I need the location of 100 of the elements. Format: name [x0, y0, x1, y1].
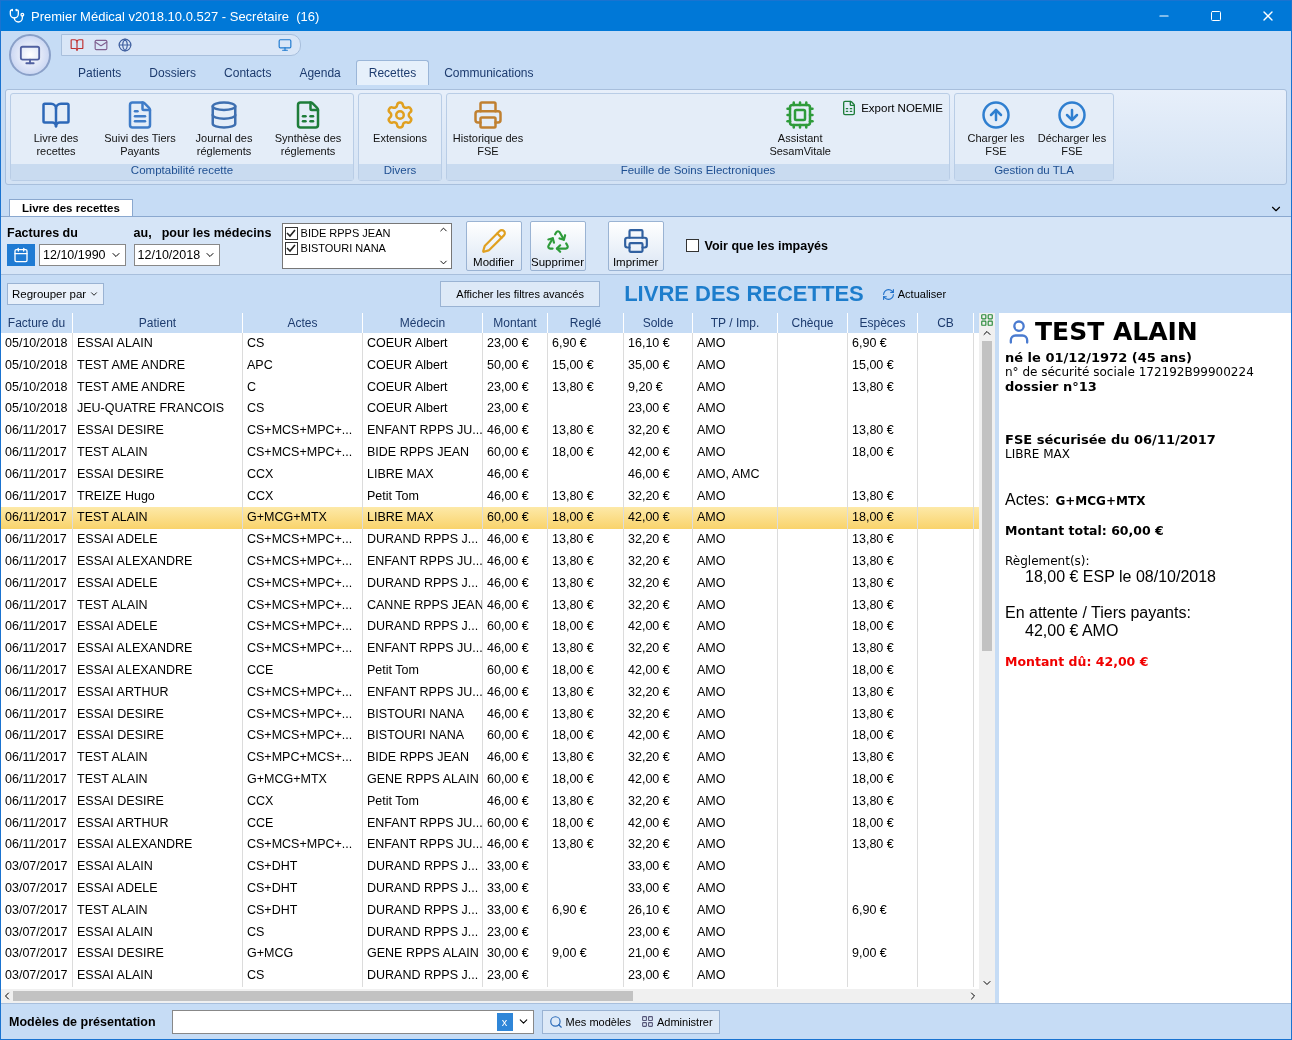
table-cell: 03/07/2017 — [1, 856, 73, 878]
table-cell: 46,00 € — [483, 463, 548, 486]
group-by-button[interactable]: Regrouper par — [7, 283, 105, 305]
date-field[interactable]: 12/10/1990 — [39, 243, 126, 266]
table-cell: 06/11/2017 — [1, 463, 73, 486]
calendar-button[interactable] — [7, 243, 35, 266]
menu-tab[interactable]: Agenda — [286, 60, 354, 85]
table-cell: 32,20 € — [624, 420, 693, 442]
doctor-name: BISTOURI NANA — [300, 242, 386, 254]
table-cell: TEST ALAIN — [73, 899, 243, 922]
my-models-button[interactable]: Mes modèles — [546, 1014, 633, 1029]
table-cell: 06/11/2017 — [1, 747, 73, 769]
ssn-text: n° de sécurité sociale 172192B99900224 — [1005, 365, 1255, 379]
ribbon-button[interactable]: Extensions — [363, 96, 437, 149]
table-cell: ESSAI ADELE — [73, 877, 243, 900]
table-cell: 32,20 € — [624, 550, 693, 573]
date-field[interactable]: 12/10/2018 — [133, 243, 221, 266]
advanced-filters-button[interactable]: Afficher les filtres avancés — [440, 281, 601, 307]
models-field[interactable]: x — [171, 1009, 534, 1034]
checkbox[interactable] — [284, 226, 298, 240]
table-cell: 03/07/2017 — [1, 965, 73, 987]
ribbon-button[interactable]: Décharger les FSE — [1035, 96, 1109, 162]
ribbon-button[interactable]: Journal des réglements — [183, 96, 265, 162]
action-button[interactable]: Modifier — [465, 220, 522, 271]
table-row[interactable]: 06/11/2017 TEST ALAIN G+MCG+MTX LIBRE MAX 60,00 € 18,00 € 42,00 € AMO 18,00 € — [1, 507, 979, 530]
table-cell: ESSAI ADELE — [73, 529, 243, 551]
table-cell: 13,80 € — [848, 747, 918, 769]
table-cell: 18,00 € — [548, 768, 624, 791]
table-cell: TEST AME ANDRE — [73, 354, 243, 377]
payment-text: 18,00 € ESP le 08/10/2018 — [1024, 568, 1217, 586]
table-cell: 13,80 € — [848, 572, 918, 595]
menu-tab[interactable]: Communications — [431, 60, 547, 85]
table-cell: 18,00 € — [548, 442, 624, 464]
table-cell: CS — [243, 965, 363, 987]
table-cell: 60,00 € — [483, 768, 548, 791]
patient-name: TEST ALAIN — [1035, 317, 1198, 346]
action-button[interactable]: Imprimer — [607, 220, 664, 271]
table-cell: ESSAI DESIRE — [73, 790, 243, 813]
ribbon-button[interactable]: Historique des FSE — [451, 96, 525, 162]
checkbox[interactable] — [284, 241, 298, 255]
window-title: Premier Médical v2018.10.0.527 - Secrétaire (16) — [31, 8, 321, 24]
menu-tab[interactable]: Dossiers — [136, 60, 210, 85]
table-cell: CS+MCS+MPC+... — [243, 638, 363, 660]
ribbon-button[interactable]: Suivi des Tiers Payants — [99, 96, 181, 162]
table-cell: 50,00 € — [483, 354, 548, 377]
table-cell: CCX — [243, 790, 363, 813]
table-cell: CS+MPC+MCS+... — [243, 747, 363, 769]
table-cell: 46,00 € — [483, 790, 548, 813]
table-cell: ENFANT RPPS JU... — [363, 681, 483, 704]
ribbon-button[interactable]: Synthèse des réglements — [267, 96, 349, 162]
menu-tab[interactable]: Patients — [65, 60, 135, 85]
table-cell: ENFANT RPPS JU... — [363, 420, 483, 442]
table-cell: 46,00 € — [483, 747, 548, 769]
app-menu-button[interactable] — [9, 34, 51, 76]
mail-icon[interactable] — [94, 38, 108, 52]
table-cell: 06/11/2017 — [1, 420, 73, 442]
table-cell: DURAND RPPS J... — [363, 856, 483, 878]
table-cell: 13,80 € — [848, 681, 918, 704]
table-cell: 6,90 € — [848, 899, 918, 922]
table-cell: AMO — [693, 572, 778, 595]
table-cell: Petit Tom — [363, 790, 483, 813]
menu-tab[interactable]: Contacts — [211, 60, 285, 85]
search-icon — [548, 1014, 563, 1029]
table-cell: ESSAI ALAIN — [73, 333, 243, 355]
table-cell: Petit Tom — [363, 659, 483, 682]
table-cell: 42,00 € — [624, 659, 693, 682]
payments-label: Règlement(s): — [1005, 554, 1091, 568]
ribbon-button[interactable]: Assistant SesamVitale — [763, 96, 838, 162]
table-cell: 46,00 € — [483, 638, 548, 660]
monitor-icon[interactable] — [278, 38, 292, 52]
table-cell: 46,00 € — [483, 529, 548, 551]
table-cell: 13,80 € — [548, 681, 624, 704]
horizontal-scrollbar[interactable] — [1, 989, 995, 1003]
table-cell: 32,20 € — [624, 572, 693, 595]
table-cell: CS+MCS+MPC+... — [243, 420, 363, 442]
grid-icon — [641, 1015, 654, 1028]
group-title: Gestion du TLA — [955, 164, 1113, 180]
admin-button[interactable]: Administrer — [639, 1015, 715, 1028]
doctor-list[interactable]: BIDE RPPS JEAN BISTOURI NANA — [281, 222, 452, 269]
table-cell: 13,80 € — [848, 790, 918, 813]
clear-button[interactable]: x — [496, 1012, 513, 1031]
globe-icon[interactable] — [118, 38, 132, 52]
table-cell: 18,00 € — [848, 442, 918, 464]
vertical-scrollbar[interactable] — [979, 313, 995, 989]
table-cell: AMO — [693, 442, 778, 464]
checkbox[interactable] — [685, 239, 699, 252]
ribbon-button[interactable]: Livre des recettes — [15, 96, 97, 162]
menu-tab[interactable]: Recettes — [355, 60, 430, 85]
document-tab[interactable]: Livre des recettes — [9, 199, 133, 216]
ribbon-button[interactable]: Export NOEMIE — [839, 96, 945, 120]
table-cell: AMO — [693, 550, 778, 573]
table-cell: CS+MCS+MPC+... — [243, 529, 363, 551]
column-chooser-icon[interactable] — [980, 313, 994, 327]
table-cell: ESSAI DESIRE — [73, 420, 243, 442]
table-cell: 32,20 € — [624, 681, 693, 704]
book-icon[interactable] — [70, 38, 84, 52]
refresh-button[interactable]: Actualiser — [875, 286, 953, 302]
ribbon-button[interactable]: Charger les FSE — [959, 96, 1033, 162]
table-cell: CS+MCS+MPC+... — [243, 550, 363, 573]
action-button[interactable]: Supprimer — [529, 220, 586, 271]
